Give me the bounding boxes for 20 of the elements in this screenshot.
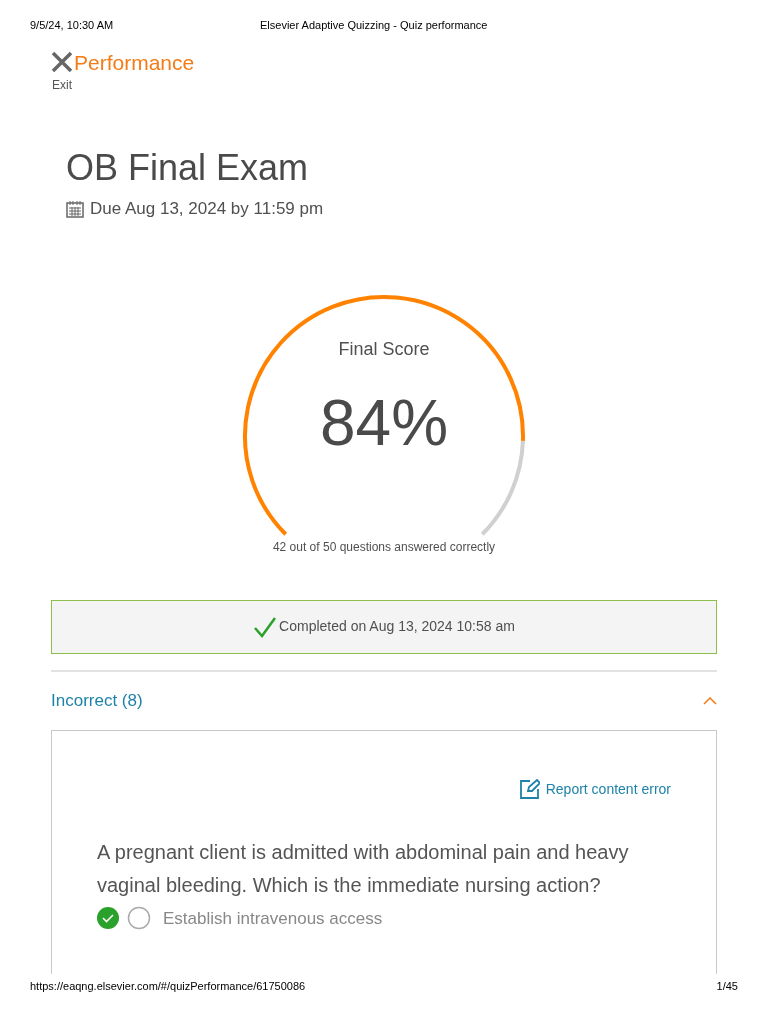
calendar-icon [66, 199, 84, 218]
report-error-link[interactable]: Report content error [519, 778, 671, 800]
due-date: Due Aug 13, 2024 by 11:59 pm [90, 198, 324, 220]
print-url: https://eaqng.elsevier.com/#/quizPerformance/61750086 [30, 979, 306, 994]
score-label: Final Score [338, 337, 430, 361]
score-value: 84% [319, 385, 449, 461]
completion-text: Completed on Aug 13, 2024 10:58 am [279, 617, 515, 636]
print-title: Elsevier Adaptive Quizzing - Quiz performance [260, 17, 488, 33]
print-page-number: 1/45 [716, 979, 738, 994]
score-summary: 42 out of 50 questions answered correctly [271, 538, 497, 556]
answer-text: Establish intravenous access [163, 907, 383, 930]
close-icon[interactable] [50, 50, 74, 74]
question-text: A pregnant client is admitted with abdominal pain and heavy vaginal bleeding. Which is the immediate nursing action? [97, 839, 630, 898]
print-date: 9/5/24, 10:30 AM [30, 17, 115, 33]
exit-link[interactable]: Exit [52, 76, 72, 94]
page-title: Performance [74, 51, 195, 73]
incorrect-section-toggle[interactable]: Incorrect (8) [51, 671, 717, 730]
quiz-title: OB Final Exam [66, 146, 310, 190]
radio-button[interactable] [127, 906, 151, 931]
edit-icon [519, 779, 540, 799]
